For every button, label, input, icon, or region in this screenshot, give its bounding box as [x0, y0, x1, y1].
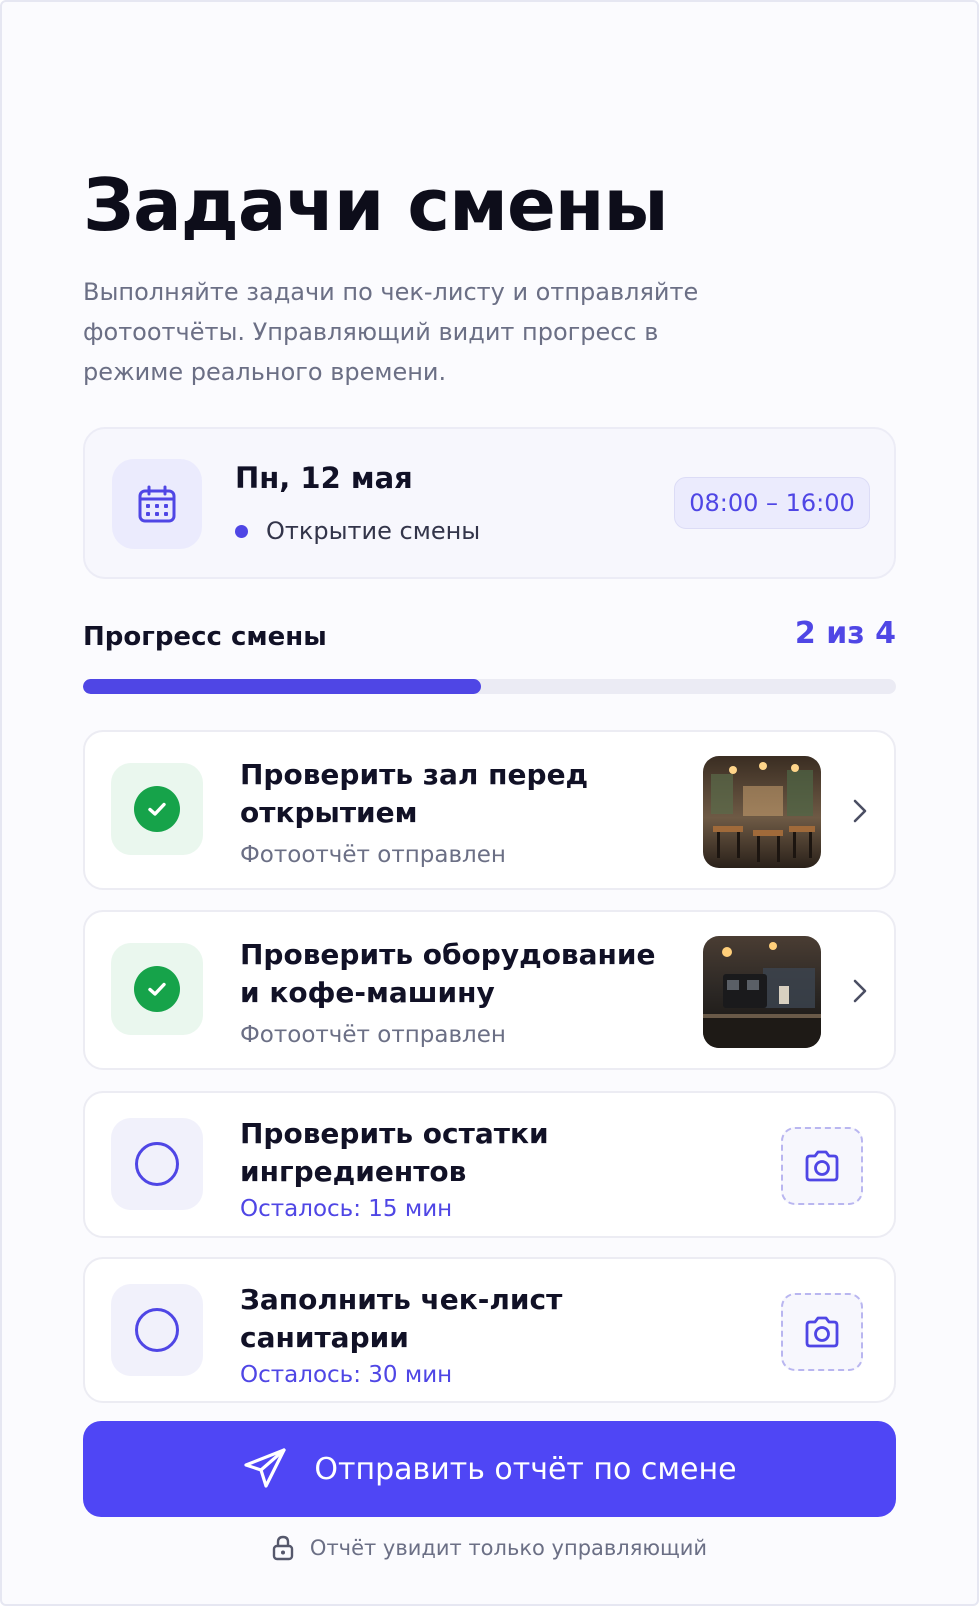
shift-info-card: Пн, 12 мая Открытие смены 08:00 – 16:00: [83, 427, 896, 579]
task-subtitle: Осталось: 30 мин: [240, 1362, 453, 1388]
task-title: Проверить зал перед открытием: [240, 758, 589, 829]
progress-count: 2 из 4: [794, 616, 896, 651]
task-subtitle: Фотоотчёт отправлен: [240, 842, 506, 868]
coffee-machine-photo[interactable]: [703, 936, 821, 1048]
shift-date: Пн, 12 мая: [235, 461, 413, 495]
task-card[interactable]: Проверить оборудование и кофе-машину Фот…: [83, 910, 896, 1070]
task-status[interactable]: [111, 763, 203, 855]
check-icon: [134, 786, 180, 832]
privacy-note-text: Отчёт увидит только управляющий: [309, 1536, 708, 1560]
privacy-note: Отчёт увидит только управляющий: [83, 1535, 896, 1561]
add-photo-button[interactable]: [781, 1127, 863, 1205]
camera-icon: [805, 1150, 839, 1182]
task-title: Проверить остатки ингредиентов: [240, 1117, 549, 1188]
shift-status: Открытие смены: [235, 517, 480, 545]
task-status[interactable]: [111, 1118, 203, 1210]
calendar-icon-box: [112, 459, 202, 549]
check-icon: [134, 966, 180, 1012]
chevron-right-icon[interactable]: [845, 794, 875, 828]
page-subtitle: Выполняйте задачи по чек-листу и отправл…: [83, 278, 699, 386]
empty-circle-icon: [135, 1142, 179, 1186]
send-report-label: Отправить отчёт по смене: [314, 1451, 737, 1487]
task-card[interactable]: Заполнить чек-лист санитарии Осталось: 3…: [83, 1257, 896, 1403]
progress-label: Прогресс смены: [83, 622, 327, 652]
send-icon: [244, 1448, 287, 1488]
task-status[interactable]: [111, 1284, 203, 1376]
add-photo-button[interactable]: [781, 1293, 863, 1371]
progress-bar: [83, 679, 896, 694]
task-subtitle: Осталось: 15 мин: [240, 1196, 453, 1222]
send-report-button[interactable]: Отправить отчёт по смене: [83, 1421, 896, 1517]
status-dot: [235, 524, 248, 538]
empty-circle-icon: [135, 1308, 179, 1352]
shift-status-label: Открытие смены: [266, 517, 481, 545]
cafe-hall-photo[interactable]: [703, 756, 821, 868]
progress-bar-fill: [83, 679, 482, 694]
chevron-right-icon[interactable]: [845, 974, 875, 1008]
page-title: Задачи смены: [83, 163, 669, 247]
camera-icon: [805, 1316, 839, 1348]
task-subtitle: Фотоотчёт отправлен: [240, 1022, 506, 1048]
calendar-icon: [138, 485, 176, 523]
task-card[interactable]: Проверить остатки ингредиентов Осталось:…: [83, 1091, 896, 1238]
task-status[interactable]: [111, 943, 203, 1035]
shift-time-chip: 08:00 – 16:00: [674, 477, 870, 529]
lock-icon: [272, 1535, 294, 1561]
task-card[interactable]: Проверить зал перед открытием Фотоотчёт …: [83, 730, 896, 890]
task-title: Заполнить чек-лист санитарии: [240, 1283, 563, 1354]
task-title: Проверить оборудование и кофе-машину: [240, 938, 656, 1009]
